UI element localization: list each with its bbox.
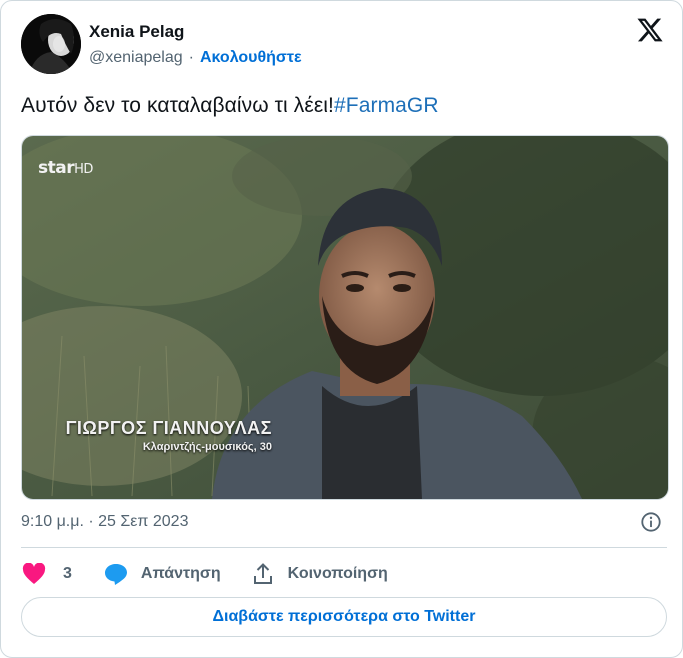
channel-logo-hd: HD [74,162,93,177]
reply-bubble-icon [104,564,127,585]
tweet-timestamp[interactable]: 9:10 μ.μ. · 25 Σεπ 2023 [21,513,188,531]
avatar[interactable] [21,14,81,74]
author-name[interactable]: Xenia Pelag [89,22,184,42]
tweet-body: Αυτόν δεν το καταλαβαίνω τι λέει! [21,94,334,117]
heart-icon [22,563,46,584]
share-icon [253,563,272,584]
reply-button[interactable]: Απάντηση [104,563,221,585]
hashtag-link[interactable]: #FarmaGR [334,94,439,117]
action-bar: 3 Απάντηση Κοινοποίηση [21,561,388,587]
x-logo-icon[interactable] [636,16,664,44]
avatar-image [21,14,81,74]
share-button[interactable]: Κοινοποίηση [253,563,388,585]
like-button[interactable]: 3 [21,563,72,585]
tweet-text: Αυτόν δεν το καταλαβαίνω τι λέει!#FarmaG… [21,94,439,118]
separator-dot: · [188,49,194,66]
author-meta: @xeniapelag · Ακολουθήστε [89,49,302,67]
share-label: Κοινοποίηση [287,565,388,582]
read-more-button[interactable]: Διαβάστε περισσότερα στο Twitter [21,597,667,637]
reply-label: Απάντηση [140,565,221,582]
lower-third: ΓΙΩΡΓΟΣ ΓΙΑΝΝΟΥΛΑΣ Κλαριντζής-μουσικός, … [22,418,272,453]
lower-third-name: ΓΙΩΡΓΟΣ ΓΙΑΝΝΟΥΛΑΣ [65,418,272,438]
lower-third-caption: Κλαριντζής-μουσικός, 30 [142,441,272,453]
follow-link[interactable]: Ακολουθήστε [200,49,302,67]
like-count: 3 [63,565,72,582]
author-handle[interactable]: @xeniapelag [89,49,183,67]
channel-logo: starHD [38,158,93,178]
divider [21,547,667,548]
info-icon[interactable] [640,511,662,533]
channel-logo-star: star [38,158,75,178]
tweet-card: Xenia Pelag @xeniapelag · Ακολουθήστε Αυ… [0,0,683,658]
tweet-media[interactable]: starHD ΓΙΩΡΓΟΣ ΓΙΑΝΝΟΥΛΑΣ Κλαριντζής-μου… [21,135,669,500]
